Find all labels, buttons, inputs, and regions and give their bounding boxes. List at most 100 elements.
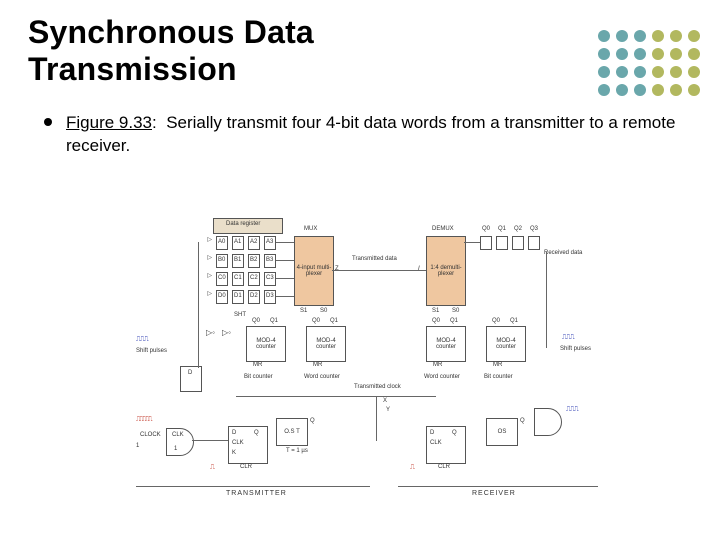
shift-pulse-tx-wave: ⎍⎍⎍ [136, 336, 148, 344]
slide-body: Figure 9.33: Serially transmit four 4-bi… [22, 88, 720, 158]
data-register-label: Data register [226, 221, 260, 227]
figure-diagram: Data register A0 A1 A2 A3 B0 B1 B2 B3 C0… [136, 218, 616, 508]
lbl-d2: D2 [250, 293, 258, 299]
not-gate-2: ▷◦ [222, 328, 231, 337]
rx-word-counter-label: Word counter [424, 374, 460, 380]
tx-word-counter: MOD-4 counter [306, 326, 346, 362]
gate-one: 1 [174, 446, 177, 452]
clock-wave: ⎍⎍⎍⎍⎍ [136, 416, 151, 424]
transmitted-clock-label: Transmitted clock [354, 384, 401, 390]
rx-os-q: Q [520, 418, 525, 424]
figure-description: Serially transmit four 4-bit data words … [66, 113, 675, 155]
lbl-d1: D1 [234, 293, 242, 299]
lbl-a3: A3 [266, 239, 273, 245]
lbl-a0: A0 [218, 239, 225, 245]
shift-label: SHT [234, 312, 246, 318]
rx-ff-d: D [430, 430, 434, 436]
clock-label: CLOCK [140, 432, 161, 438]
rx-word-q0: Q0 [432, 318, 440, 324]
reg-q2 [512, 236, 524, 250]
ff-clk: CLK [232, 440, 244, 446]
i-label: I [418, 266, 420, 272]
shift-pulse-rx-wave: ⎍⎍⎍ [562, 334, 574, 342]
tx-word-mr: MR [313, 362, 322, 368]
rx-and-gate [534, 408, 562, 436]
demux-inner-label: 1:4 demulti-plexer [427, 265, 465, 277]
figure-sep: : [152, 113, 157, 132]
tx-word-q1: Q1 [330, 318, 338, 324]
transmitter-label: TRANSMITTER [226, 490, 287, 497]
tx-word-counter-label: Word counter [304, 374, 340, 380]
d-input: D [188, 370, 192, 376]
mux-s0: S0 [320, 308, 327, 314]
title-line-1: Synchronous Data [28, 14, 314, 50]
lbl-b3: B3 [266, 257, 273, 263]
decorative-dots [598, 30, 700, 96]
tx-bit-mr: MR [253, 362, 262, 368]
rx-bit-counter: MOD-4 counter [486, 326, 526, 362]
reg-q3 [528, 236, 540, 250]
rx-word-q1: Q1 [450, 318, 458, 324]
ost-q: Q [310, 418, 315, 424]
rx-ff-clk: CLK [430, 440, 442, 446]
tx-bit-q1: Q1 [270, 318, 278, 324]
ff-clr: CLR [240, 464, 252, 470]
lbl-c3: C3 [266, 275, 274, 281]
lbl-c1: C1 [234, 275, 242, 281]
rx-ff-q: Q [452, 430, 457, 436]
received-data-label: Received data [544, 250, 582, 256]
shift-pulses-tx: Shift pulses [136, 348, 167, 354]
lbl-d3: D3 [266, 293, 274, 299]
z-label: Z [335, 266, 339, 272]
reg-q1 [496, 236, 508, 250]
gate-clk: CLK [172, 432, 184, 438]
y-label: Y [386, 407, 390, 413]
x-label: X [383, 398, 387, 404]
figure-reference: Figure 9.33 [66, 113, 152, 132]
clr-pulse-rx: ⎍ [410, 464, 414, 472]
lbl-a1: A1 [234, 239, 241, 245]
transmitted-data-label: Transmitted data [352, 256, 397, 262]
lbl-b0: B0 [218, 257, 225, 263]
rx-bit-q1: Q1 [510, 318, 518, 324]
lbl-d0: D0 [218, 293, 226, 299]
tx-bit-q0: Q0 [252, 318, 260, 324]
demux-s1: S1 [432, 308, 439, 314]
rx-ff-clr: CLR [438, 464, 450, 470]
lbl-q3: Q3 [530, 226, 538, 232]
rx-bit-mr: MR [493, 362, 502, 368]
ff-q: Q [254, 430, 259, 436]
lbl-q1: Q1 [498, 226, 506, 232]
rx-bit-q0: Q0 [492, 318, 500, 324]
t-label: T = 1 µs [286, 448, 308, 454]
tx-bit-counter: MOD-4 counter [246, 326, 286, 362]
rx-word-mr: MR [433, 362, 442, 368]
lbl-q2: Q2 [514, 226, 522, 232]
lbl-c2: C2 [250, 275, 258, 281]
shift-pulses-rx: Shift pulses [560, 346, 591, 352]
rx-out-wave: ⎍⎍⎍ [566, 406, 578, 414]
rx-word-counter: MOD-4 counter [426, 326, 466, 362]
mux-inner-label: 4-input multi-plexer [295, 265, 333, 277]
ff-kclr: K [232, 450, 236, 456]
demux-box: 1:4 demulti-plexer [426, 236, 466, 306]
lbl-c0: C0 [218, 275, 226, 281]
lbl-q0: Q0 [482, 226, 490, 232]
tx-word-q0: Q0 [312, 318, 320, 324]
lbl-b1: B1 [234, 257, 241, 263]
title-line-2: Transmission [28, 51, 237, 87]
reg-q0 [480, 236, 492, 250]
clr-pulse-tx: ⎍ [210, 464, 214, 472]
demux-s0: S0 [452, 308, 459, 314]
ff-d: D [232, 430, 236, 436]
one-label: 1 [136, 443, 139, 449]
lbl-a2: A2 [250, 239, 257, 245]
receiver-label: RECEIVER [472, 490, 516, 497]
not-gate-1: ▷◦ [206, 328, 215, 337]
rx-bit-counter-label: Bit counter [484, 374, 513, 380]
tx-bit-counter-label: Bit counter [244, 374, 273, 380]
demux-label: DEMUX [432, 226, 454, 232]
mux-s1: S1 [300, 308, 307, 314]
mux-box: 4-input multi-plexer [294, 236, 334, 306]
bullet-icon [44, 118, 52, 126]
